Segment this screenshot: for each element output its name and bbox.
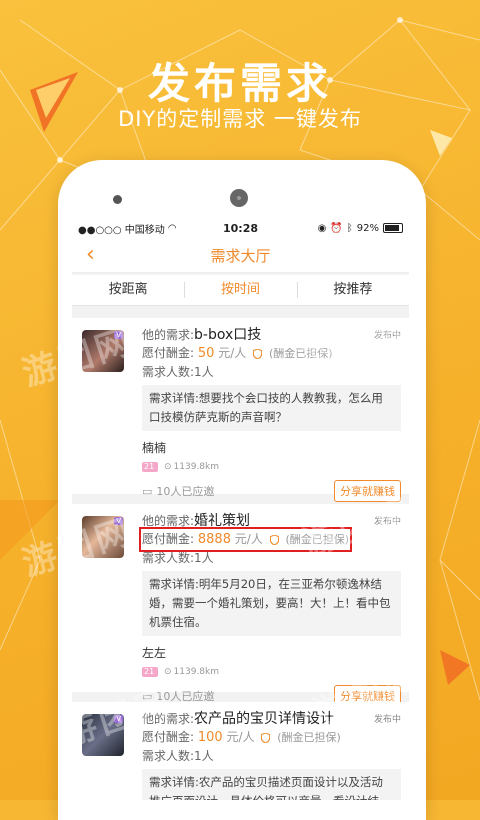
age: 21 bbox=[144, 667, 155, 676]
sort-tabs: 按距离 按时间 按推荐 bbox=[72, 275, 409, 306]
demand-title: 婚礼策划 bbox=[194, 513, 251, 529]
guarantee-label: (酬金已担保) bbox=[285, 533, 350, 546]
reward-unit: 元/人 bbox=[234, 532, 263, 546]
tab-by-recommend[interactable]: 按推荐 bbox=[296, 275, 409, 305]
location-pin-icon: ⊙ bbox=[164, 462, 172, 472]
guarantee-label: (酬金已担保) bbox=[277, 731, 341, 744]
camera-icon bbox=[113, 195, 122, 204]
avatar[interactable]: V bbox=[82, 516, 124, 558]
demand-detail: 需求详情:农产品的宝贝描述页面设计以及活动推广页面设计，具体价格可以商量，看设计… bbox=[142, 769, 401, 800]
battery-icon bbox=[382, 223, 403, 233]
reward-amount: 50 bbox=[197, 346, 215, 361]
people-label: 需求人数: bbox=[142, 551, 195, 565]
verified-badge: V bbox=[114, 517, 123, 525]
chat-icon: ▭ bbox=[142, 484, 153, 498]
share-earn-button[interactable]: 分享就赚钱 bbox=[334, 480, 401, 502]
people-count: 1人 bbox=[194, 365, 214, 379]
back-arrow-icon[interactable]: ‹ bbox=[86, 244, 95, 266]
reward-highlight-box: 愿付酬金: 8888 元/人 (酬金已担保) bbox=[138, 527, 353, 552]
speaker-icon bbox=[230, 189, 248, 207]
need-label: 他的需求: bbox=[142, 712, 195, 726]
demand-detail: 需求详情:明年5月20日，在三亚希尔顿逸林结婚，需要一个婚礼策划，要高！大！上！… bbox=[142, 571, 401, 636]
tab-by-time[interactable]: 按时间 bbox=[184, 275, 296, 305]
age: 21 bbox=[144, 462, 155, 471]
hero-subtitle: DIY的定制需求 一键发布 bbox=[118, 107, 362, 131]
guarantee-label: (酬金已担保) bbox=[268, 347, 333, 360]
page-title: 需求大厅 bbox=[210, 246, 271, 265]
reward-unit: 元/人 bbox=[226, 730, 255, 744]
shield-icon bbox=[269, 534, 279, 545]
people-label: 需求人数: bbox=[142, 749, 195, 763]
verified-badge: V bbox=[114, 331, 123, 339]
reward-amount: 100 bbox=[197, 730, 223, 745]
avatar[interactable]: V bbox=[82, 714, 124, 756]
demand-title: 农产品的宝贝详情设计 bbox=[194, 711, 335, 727]
invited-count: 10人已应邀 bbox=[156, 485, 215, 498]
reward-unit: 元/人 bbox=[218, 346, 247, 360]
distance: 1139.8km bbox=[173, 462, 220, 472]
demand-card[interactable]: V 发布中 他的需求:农产品的宝贝详情设计 愿付酬金: 100 元/人 (酬金已… bbox=[72, 702, 409, 800]
hero-title: 发布需求 bbox=[147, 59, 332, 108]
verified-badge: V bbox=[114, 715, 123, 723]
reward-label: 愿付酬金: bbox=[142, 346, 195, 360]
need-label: 他的需求: bbox=[142, 328, 195, 342]
demand-title: b-box口技 bbox=[194, 327, 262, 343]
avatar[interactable]: V bbox=[82, 330, 124, 372]
clock: 10:28 bbox=[222, 221, 258, 235]
shield-icon bbox=[253, 348, 263, 359]
people-label: 需求人数: bbox=[142, 365, 195, 379]
status-bar: ●●○○○ 中国移动 ◠ 10:28 ◉ ⏰ ᛒ 92% bbox=[72, 218, 409, 238]
age-badge: 21 bbox=[142, 667, 158, 677]
user-name: 左左 bbox=[142, 646, 167, 660]
location-pin-icon: ⊙ bbox=[164, 667, 172, 677]
status-label: 发布中 bbox=[373, 715, 401, 725]
people-count: 1人 bbox=[194, 551, 214, 565]
reward-amount: 8888 bbox=[197, 532, 231, 547]
reward-label: 愿付酬金: bbox=[142, 730, 195, 744]
navigation-bar: ‹ 需求大厅 bbox=[72, 238, 409, 273]
age-badge: 21 bbox=[142, 462, 158, 472]
bluetooth-icon: ᛒ bbox=[346, 222, 353, 234]
status-label: 发布中 bbox=[373, 331, 401, 341]
shield-icon bbox=[261, 732, 271, 743]
carrier-label: ●●○○○ 中国移动 bbox=[78, 224, 165, 236]
location-icon: ◉ bbox=[317, 222, 327, 234]
chat-icon: ▭ bbox=[142, 689, 153, 703]
demand-card[interactable]: V 发布中 他的需求:b-box口技 愿付酬金: 50 元/人 (酬金已担保) … bbox=[72, 318, 409, 502]
alarm-icon: ⏰ bbox=[330, 222, 343, 234]
demand-list: V 发布中 他的需求:b-box口技 愿付酬金: 50 元/人 (酬金已担保) … bbox=[72, 306, 409, 800]
reward-label: 愿付酬金: bbox=[142, 532, 195, 546]
wifi-icon: ◠ bbox=[167, 222, 177, 234]
status-label: 发布中 bbox=[373, 517, 401, 527]
need-label: 他的需求: bbox=[142, 514, 195, 528]
people-count: 1人 bbox=[194, 749, 214, 763]
battery-label: 92% bbox=[356, 222, 379, 234]
app-screen: ●●○○○ 中国移动 ◠ 10:28 ◉ ⏰ ᛒ 92% ‹ 需求大厅 按距离 … bbox=[72, 218, 409, 800]
demand-card[interactable]: V 发布中 他的需求:婚礼策划 愿付酬金: 8888 元/人 (酬金已担保) 需… bbox=[72, 504, 409, 707]
demand-detail: 需求详情:想要找个会口技的人教教我，怎么用口技模仿萨克斯的声音啊？ bbox=[142, 385, 401, 431]
tab-by-distance[interactable]: 按距离 bbox=[72, 275, 184, 305]
distance: 1139.8km bbox=[173, 667, 220, 677]
user-name: 楠楠 bbox=[142, 441, 167, 455]
